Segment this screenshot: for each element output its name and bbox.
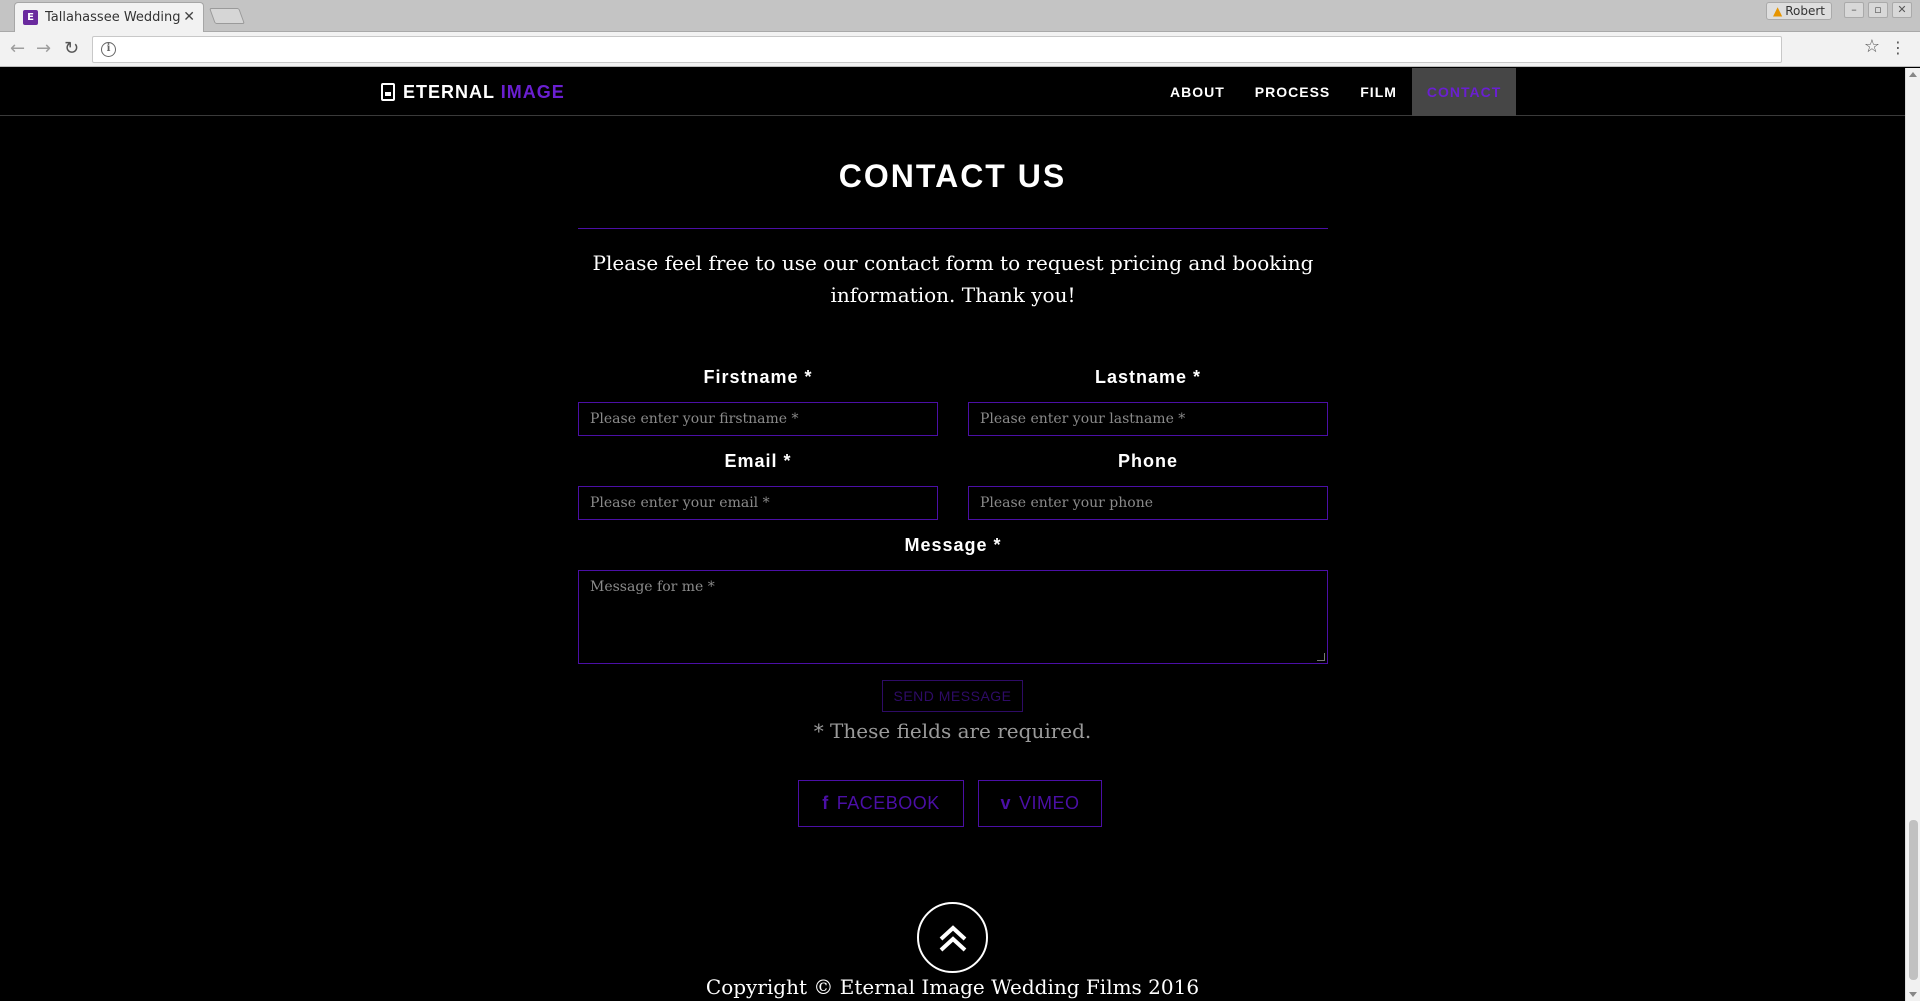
facebook-button[interactable]: f FACEBOOK [798,780,964,827]
star-icon[interactable]: ☆ [1864,37,1880,57]
message-label: Message * [904,535,1002,555]
site-navbar: ETERNAL IMAGE ABOUT PROCESS FILM CONTACT [0,68,1905,116]
required-note: * These fields are required. [813,719,1092,743]
browser-toolbar: ← → ↻ i ☆ ⋮ [0,32,1920,67]
site-favicon-icon: E [23,10,38,25]
scrollbar-thumb[interactable] [1909,820,1918,980]
message-textarea[interactable]: Message for me * [578,570,1328,664]
nav-link-about[interactable]: ABOUT [1155,68,1240,116]
browser-tab[interactable]: E Tallahassee Wedding F ✕ [14,2,204,32]
brand-second: IMAGE [500,82,565,102]
page-title: CONTACT US [838,158,1067,194]
facebook-icon: f [822,793,829,813]
nav-link-process[interactable]: PROCESS [1240,68,1345,116]
reload-icon[interactable]: ↻ [64,39,79,59]
profile-button[interactable]: ▲ Robert [1765,2,1832,20]
nav-link-contact[interactable]: CONTACT [1411,68,1517,116]
close-tab-icon[interactable]: ✕ [183,9,195,25]
info-icon[interactable]: i [101,42,116,57]
footer-copyright: Copyright © Eternal Image Wedding Films … [705,975,1200,999]
facebook-label: FACEBOOK [836,793,940,813]
back-to-top-button[interactable] [917,902,988,973]
close-window-button[interactable]: ✕ [1892,2,1912,18]
vimeo-icon: v [1000,793,1011,813]
resize-handle-icon[interactable] [1317,653,1325,661]
brand-logo[interactable]: ETERNAL IMAGE [381,80,565,104]
scroll-up-icon[interactable] [1909,72,1917,77]
browser-tabbar: E Tallahassee Wedding F ✕ ▲ Robert – ▫ ✕ [0,0,1920,32]
scroll-down-icon[interactable] [1909,992,1917,997]
page-scrollbar[interactable] [1905,68,1920,1001]
vimeo-button[interactable]: v VIMEO [978,780,1102,827]
firstname-input[interactable]: Please enter your firstname * [578,402,938,436]
page-viewport: ETERNAL IMAGE ABOUT PROCESS FILM CONTACT… [0,68,1920,1001]
phone-input[interactable]: Please enter your phone [968,486,1328,520]
document-icon [381,83,395,101]
email-label: Email * [724,451,792,471]
nav-link-film[interactable]: FILM [1345,68,1412,116]
firstname-label: Firstname * [703,367,813,387]
minimize-button[interactable]: – [1844,2,1864,18]
new-tab-button[interactable] [209,8,245,24]
lastname-label: Lastname * [1094,367,1202,387]
divider [578,228,1328,229]
address-bar[interactable]: i [92,36,1782,63]
send-message-button[interactable]: SEND MESSAGE [882,680,1023,712]
menu-icon[interactable]: ⋮ [1890,38,1906,58]
tab-title: Tallahassee Wedding F [45,10,185,25]
email-input[interactable]: Please enter your email * [578,486,938,520]
message-placeholder: Message for me * [590,579,715,595]
phone-label: Phone [1117,451,1178,471]
intro-text: Please feel free to use our contact form… [592,251,1314,307]
back-icon[interactable]: ← [10,39,25,59]
brand-first: ETERNAL [403,82,495,102]
maximize-button[interactable]: ▫ [1868,2,1888,18]
nav-links: ABOUT PROCESS FILM CONTACT [1155,68,1517,116]
lastname-input[interactable]: Please enter your lastname * [968,402,1328,436]
double-chevron-up-icon [939,925,967,952]
warning-icon: ▲ [1772,4,1783,18]
forward-icon[interactable]: → [36,39,51,59]
vimeo-label: VIMEO [1019,793,1080,813]
profile-name: Robert [1785,4,1825,18]
